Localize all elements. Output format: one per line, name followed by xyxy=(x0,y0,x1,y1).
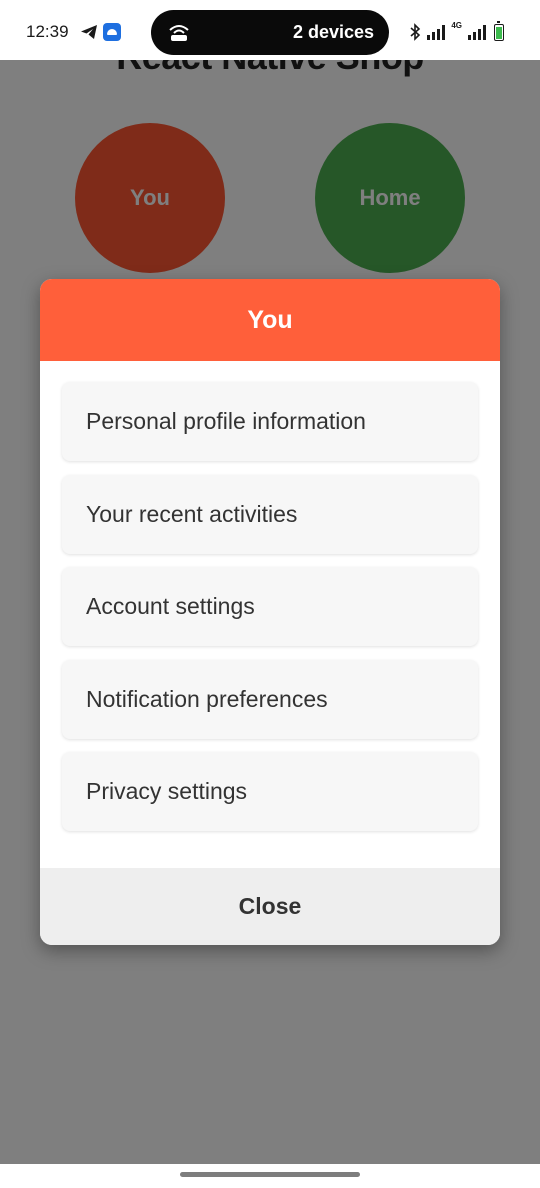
network-type: 4G xyxy=(451,21,462,30)
you-modal: You Personal profile information Your re… xyxy=(40,279,500,945)
option-label: Your recent activities xyxy=(86,500,298,527)
dynamic-island[interactable]: 2 devices xyxy=(151,10,389,55)
bluetooth-icon xyxy=(410,23,421,41)
navigation-bar xyxy=(0,1164,540,1188)
modal-title: You xyxy=(247,305,293,334)
signal-icon xyxy=(427,24,446,40)
devices-count: 2 devices xyxy=(292,22,374,42)
modal-options-list: Personal profile information Your recent… xyxy=(40,361,500,831)
option-label: Personal profile information xyxy=(86,408,366,434)
option-personal-profile[interactable]: Personal profile information xyxy=(62,382,478,461)
hotspot-icon xyxy=(169,25,189,41)
home-indicator[interactable] xyxy=(180,1172,360,1177)
modal-header: You xyxy=(40,279,500,361)
status-time: 12:39 xyxy=(26,22,69,41)
option-account-settings[interactable]: Account settings xyxy=(62,567,478,646)
option-label: Privacy settings xyxy=(86,778,248,804)
option-label: Notification preferences xyxy=(86,685,328,712)
screen: 12:39 4G 2 devices React Na xyxy=(0,0,540,1188)
android-app-icon xyxy=(103,23,121,41)
status-right-icons: 4G xyxy=(409,20,504,42)
option-recent-activities[interactable]: Your recent activities xyxy=(62,474,478,554)
close-button-label: Close xyxy=(238,893,302,919)
close-button[interactable]: Close xyxy=(40,868,500,945)
option-privacy-settings[interactable]: Privacy settings xyxy=(62,752,478,831)
option-label: Account settings xyxy=(86,593,255,619)
battery-icon xyxy=(494,20,504,41)
signal-icon-2 xyxy=(468,24,486,40)
option-notification-preferences[interactable]: Notification preferences xyxy=(62,659,478,739)
telegram-icon xyxy=(81,25,97,39)
